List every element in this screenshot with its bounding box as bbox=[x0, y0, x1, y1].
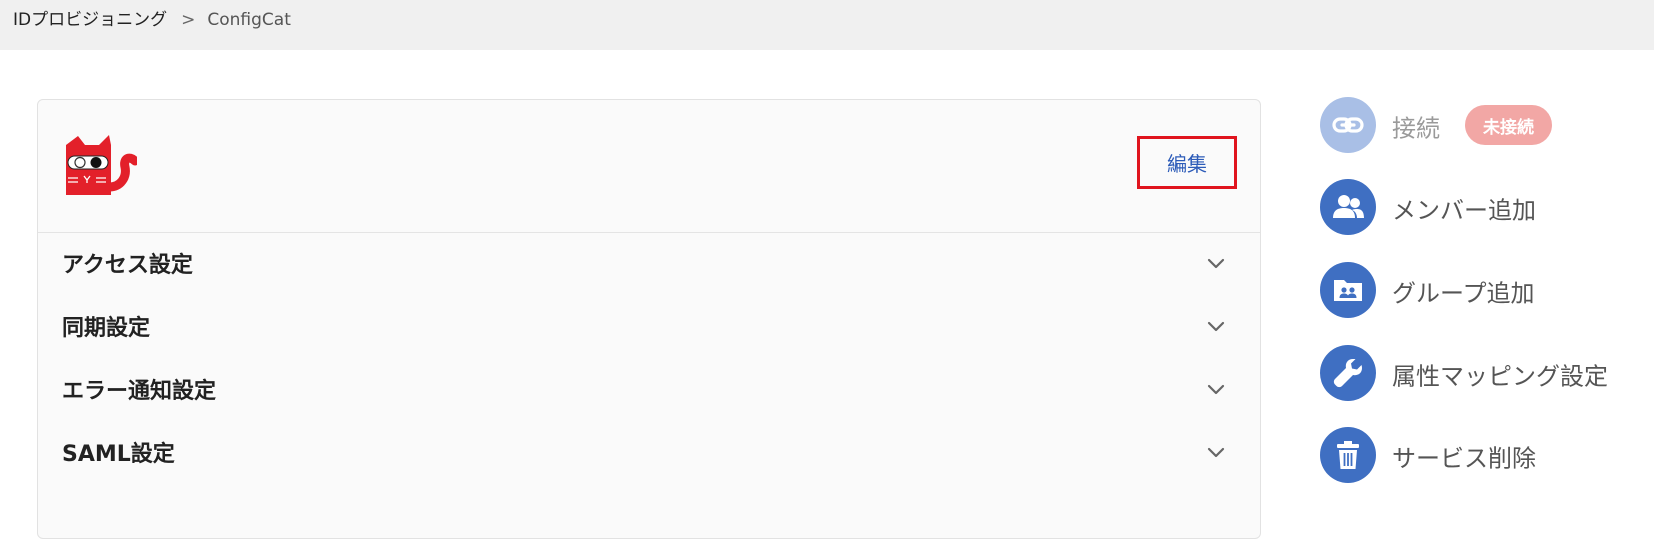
card-header: 編集 bbox=[38, 100, 1260, 233]
service-card: 編集 アクセス設定 同期設定 エラー通知設定 SAML設定 bbox=[37, 99, 1261, 539]
connect-label: 接続 bbox=[1392, 114, 1440, 143]
link-icon bbox=[1320, 97, 1376, 153]
delete-service-label: サービス削除 bbox=[1392, 444, 1536, 473]
wrench-icon bbox=[1320, 345, 1376, 401]
accordion-access-settings[interactable]: アクセス設定 bbox=[38, 230, 1260, 296]
connect-action: 接続 未接続 bbox=[1320, 97, 1650, 155]
edit-button[interactable]: 編集 bbox=[1137, 136, 1237, 189]
accordion-label: 同期設定 bbox=[62, 316, 151, 341]
breadcrumb-parent-link[interactable]: IDプロビジョニング bbox=[13, 10, 167, 30]
group-folder-icon bbox=[1320, 262, 1376, 318]
accordion-error-notification-settings[interactable]: エラー通知設定 bbox=[38, 356, 1260, 422]
attribute-mapping-label: 属性マッピング設定 bbox=[1392, 362, 1608, 391]
accordion-label: エラー通知設定 bbox=[62, 379, 217, 404]
chevron-down-icon bbox=[1207, 258, 1225, 269]
top-bar: IDプロビジョニング > ConfigCat bbox=[0, 0, 1654, 50]
chevron-down-icon bbox=[1207, 384, 1225, 395]
connection-status-badge: 未接続 bbox=[1465, 105, 1552, 145]
breadcrumb-current: ConfigCat bbox=[207, 10, 291, 30]
breadcrumb-separator: > bbox=[181, 10, 196, 30]
add-member-label: メンバー追加 bbox=[1392, 196, 1536, 225]
users-icon bbox=[1320, 179, 1376, 235]
configcat-logo-icon bbox=[66, 135, 137, 195]
breadcrumb: IDプロビジョニング > ConfigCat bbox=[13, 9, 291, 31]
add-member-button[interactable]: メンバー追加 bbox=[1320, 179, 1650, 237]
accordion-label: SAML設定 bbox=[62, 442, 175, 467]
accordion-label: アクセス設定 bbox=[62, 253, 193, 278]
delete-service-button[interactable]: サービス削除 bbox=[1320, 427, 1650, 485]
chevron-down-icon bbox=[1207, 321, 1225, 332]
attribute-mapping-button[interactable]: 属性マッピング設定 bbox=[1320, 345, 1650, 403]
add-group-label: グループ追加 bbox=[1392, 279, 1535, 308]
accordion-saml-settings[interactable]: SAML設定 bbox=[38, 419, 1260, 485]
trash-icon bbox=[1320, 427, 1376, 483]
add-group-button[interactable]: グループ追加 bbox=[1320, 262, 1650, 320]
chevron-down-icon bbox=[1207, 447, 1225, 458]
accordion-sync-settings[interactable]: 同期設定 bbox=[38, 293, 1260, 359]
